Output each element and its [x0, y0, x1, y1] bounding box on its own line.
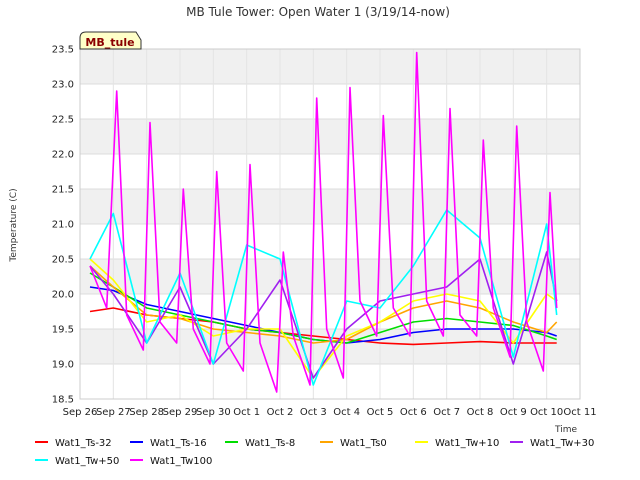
y-tick-label: 20.0 — [52, 290, 74, 301]
grid-band — [80, 119, 580, 154]
y-tick-label: 22.5 — [52, 115, 74, 126]
legend-entry: Wat1_Tw+30 — [530, 438, 594, 449]
x-tick-label: Oct 11 — [563, 407, 596, 418]
legend-entry: Wat1_Ts-16 — [150, 438, 207, 449]
y-axis-label: Temperature (C) — [9, 188, 19, 262]
x-tick-label: Oct 1 — [233, 407, 260, 418]
x-tick-label: Oct 3 — [300, 407, 327, 418]
x-tick-label: Oct 10 — [530, 407, 563, 418]
x-tick-label: Oct 2 — [267, 407, 294, 418]
legend-entry: Wat1_Ts-32 — [55, 438, 112, 449]
y-tick-label: 20.5 — [52, 255, 74, 266]
x-tick-label: Oct 5 — [367, 407, 394, 418]
grid-band — [80, 49, 580, 84]
y-tick-label: 21.0 — [52, 220, 74, 231]
legend-entry: Wat1_Tw+10 — [435, 438, 499, 449]
x-tick-label: Oct 7 — [433, 407, 460, 418]
station-label-box: MB_tule — [79, 31, 142, 50]
y-tick-label: 18.5 — [52, 395, 74, 406]
x-tick-label: Sep 28 — [129, 407, 164, 418]
legend-entry: Wat1_Ts0 — [340, 438, 387, 449]
legend-entry: Wat1_Ts-8 — [245, 438, 295, 449]
x-axis-label: Time — [554, 425, 577, 435]
y-tick-label: 22.0 — [52, 150, 74, 161]
y-tick-label: 21.5 — [52, 185, 74, 196]
x-tick-label: Sep 27 — [96, 407, 131, 418]
x-tick-label: Oct 6 — [400, 407, 427, 418]
y-tick-label: 23.5 — [52, 45, 74, 56]
chart: MB Tule Tower: Open Water 1 (3/19/14-now… — [9, 5, 597, 467]
legend: Wat1_Ts-32 Wat1_Ts-16 Wat1_Ts-8 Wat1_Ts0 Wat… — [35, 438, 594, 467]
x-tick-label: Sep 26 — [63, 407, 98, 418]
station-label: MB_tule — [85, 36, 134, 49]
grid-band — [80, 259, 580, 294]
y-tick-label: 23.0 — [52, 80, 74, 91]
y-tick-label: 19.0 — [52, 360, 74, 371]
x-tick-label: Sep 29 — [163, 407, 198, 418]
x-tick-label: Oct 9 — [500, 407, 527, 418]
y-tick-label: 19.5 — [52, 325, 74, 336]
x-tick-label: Sep 30 — [196, 407, 231, 418]
grid-band — [80, 329, 580, 364]
x-tick-label: Oct 8 — [467, 407, 494, 418]
chart-title: MB Tule Tower: Open Water 1 (3/19/14-now… — [186, 5, 450, 19]
legend-entry: Wat1_Tw100 — [150, 456, 212, 467]
legend-entry: Wat1_Tw+50 — [55, 456, 119, 467]
x-tick-labels: Sep 26Sep 27Sep 28Sep 29Sep 30 Oct 1 Oct 2… — [63, 407, 597, 418]
x-tick-label: Oct 4 — [333, 407, 360, 418]
y-tick-labels: 18.5 19.0 19.5 20.0 20.5 21.0 21.5 22.0 22.5 23.0… — [52, 45, 74, 406]
